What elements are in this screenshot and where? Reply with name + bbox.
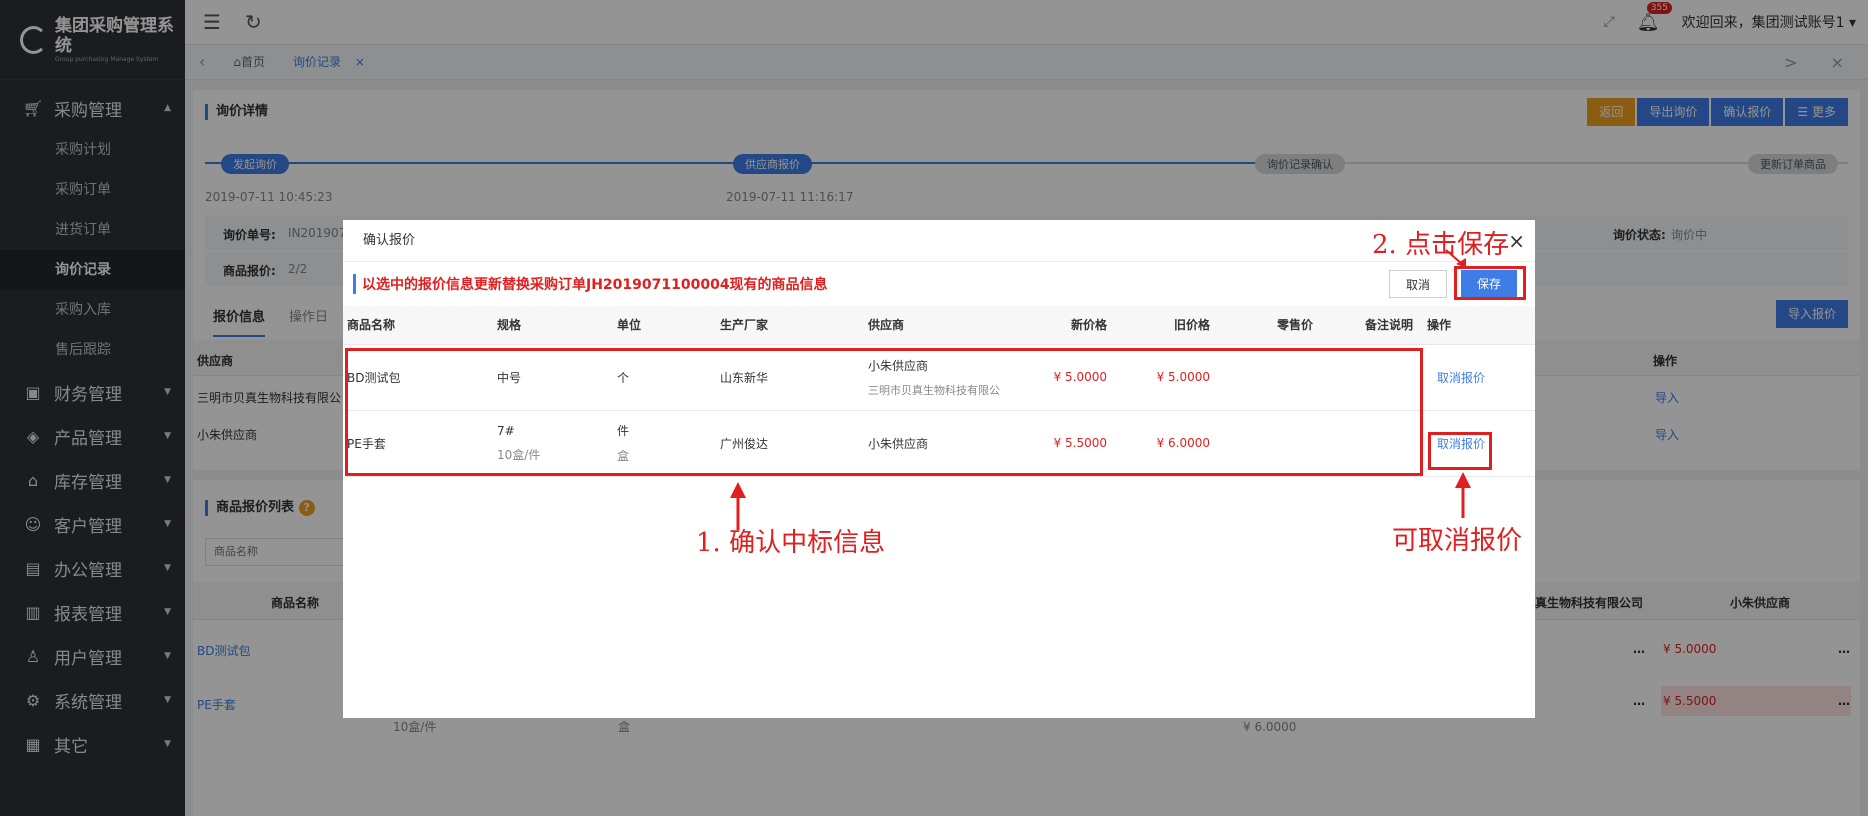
annotation-click-save: 2. 点击保存 [1372,230,1510,260]
annotation-arrows [730,249,1471,530]
annotation-can-cancel: 可取消报价 [1392,526,1523,556]
annotation-confirm-winning: 1. 确认中标信息 [696,528,886,558]
